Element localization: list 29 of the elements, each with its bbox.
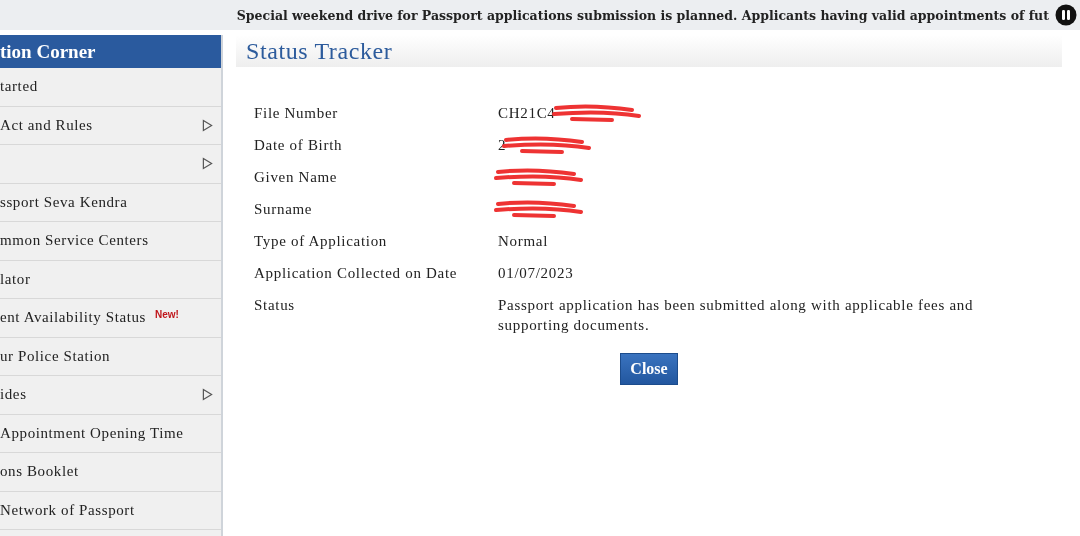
sidebar-item[interactable]: ent Availability Status New! (0, 299, 221, 338)
field-label: Application Collected on Date (254, 264, 459, 283)
sidebar-item[interactable]: tarted (0, 68, 221, 107)
sidebar-item[interactable]: ur Police Station (0, 337, 221, 376)
page-title: Status Tracker (246, 37, 393, 65)
close-button[interactable]: Close (620, 353, 678, 385)
sidebar-item[interactable]: Act and Rules (0, 106, 221, 145)
news-ticker-text: Special weekend drive for Passport applications submission is planned. Applicants having valid appointments of fut (236, 7, 1049, 23)
field-label: File Number (254, 104, 339, 123)
field-value: CH21C4 (498, 104, 556, 123)
pause-icon[interactable] (1055, 4, 1077, 26)
sidebar-item[interactable]: lator (0, 260, 221, 299)
sidebar-item[interactable]: mmon Service Centers (0, 222, 221, 261)
field-label: Given Name (254, 168, 339, 187)
field-label: Type of Application (254, 232, 389, 251)
field-label: Surname (254, 200, 314, 219)
sidebar-item[interactable]: Appointment Opening Time (0, 414, 221, 453)
sidebar-item[interactable]: ssport Seva Kendra (0, 183, 221, 222)
new-label: New! (155, 309, 179, 320)
field-value: 2 (498, 136, 507, 155)
sidebar-item[interactable]: Network of Passport (0, 491, 221, 530)
field-value: Passport application has been submitted along with applicable fees and supporting documents. (498, 296, 975, 335)
field-value: Normal (498, 232, 549, 251)
field-value: 01/07/2023 (498, 264, 574, 283)
sidebar-header: tion Corner (0, 35, 221, 68)
sidebar-item[interactable]: ides (0, 376, 221, 415)
sidebar-item[interactable]: ons Booklet (0, 453, 221, 492)
field-label: Status (254, 296, 296, 315)
field-label: Date of Birth (254, 136, 344, 155)
